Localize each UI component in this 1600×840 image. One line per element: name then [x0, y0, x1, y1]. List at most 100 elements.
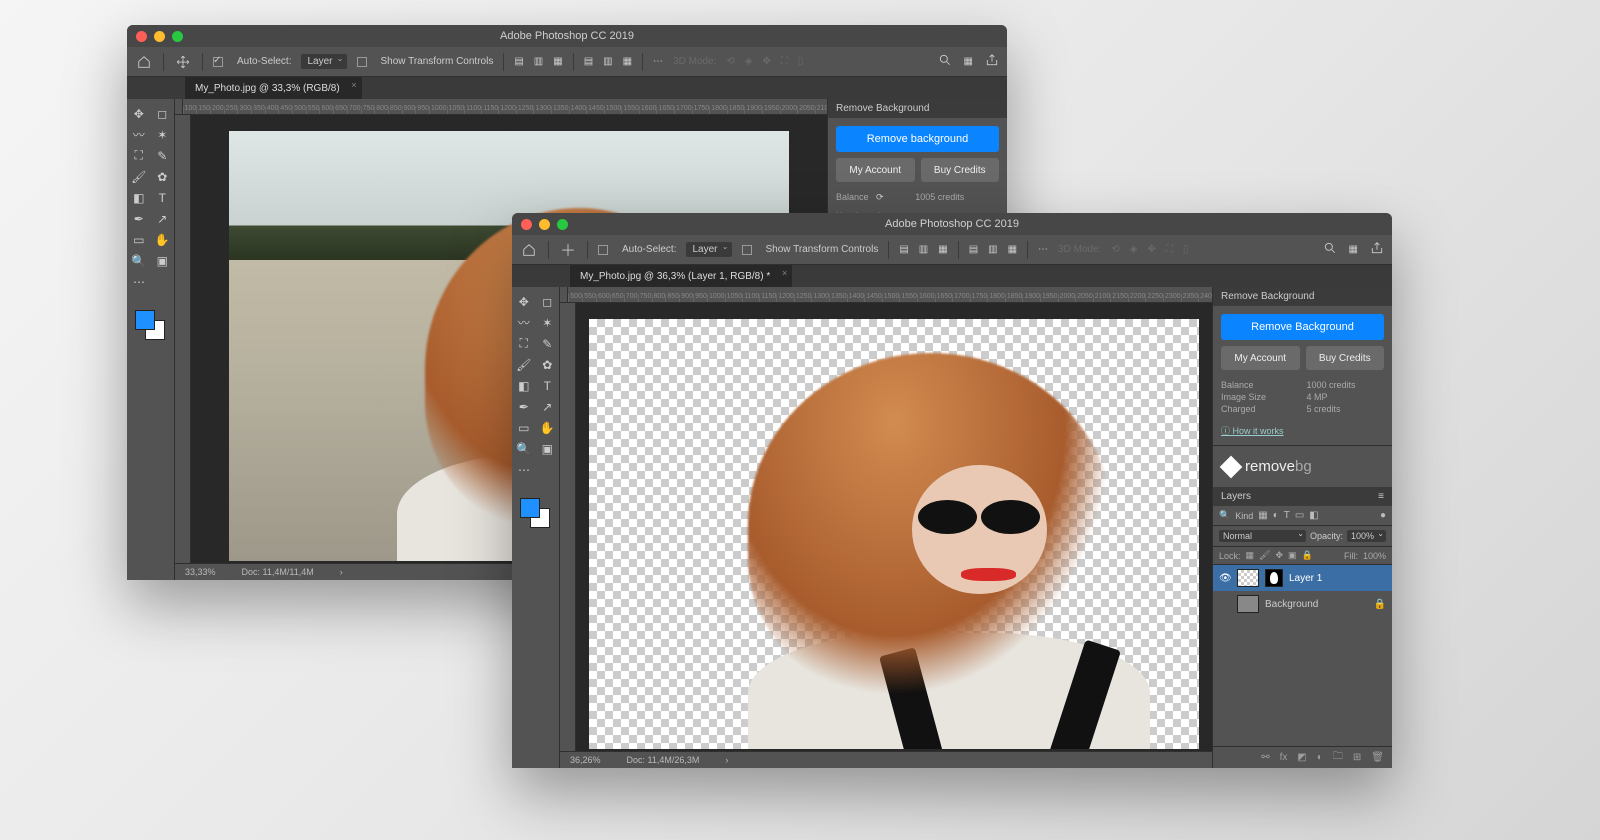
- pen-tool-icon[interactable]: ✒: [512, 396, 536, 417]
- lock-icon[interactable]: 🔒: [1374, 599, 1386, 610]
- share-icon[interactable]: [1370, 241, 1384, 258]
- align-right-icon[interactable]: ▦: [553, 56, 562, 67]
- align-top-icon[interactable]: ▤: [584, 56, 593, 67]
- panel-title[interactable]: Remove Background: [1213, 287, 1392, 306]
- lock-all-icon[interactable]: 🔒: [1302, 550, 1313, 561]
- layers-panel-title[interactable]: Layers ≡: [1213, 487, 1392, 506]
- buy-credits-button[interactable]: Buy Credits: [921, 158, 1000, 182]
- layer-row[interactable]: Background 🔒: [1213, 591, 1392, 617]
- move-tool-icon[interactable]: ✥: [512, 291, 536, 312]
- align-bottom-icon[interactable]: ▦: [1008, 244, 1017, 255]
- search-icon[interactable]: [938, 53, 952, 70]
- remove-background-button[interactable]: Remove Background: [1221, 314, 1384, 340]
- ruler-vertical[interactable]: [175, 115, 191, 563]
- move-tool-icon[interactable]: ✥: [127, 103, 151, 124]
- layer-mask-thumbnail[interactable]: [1265, 569, 1283, 587]
- auto-select-checkbox[interactable]: [213, 57, 223, 67]
- layer-thumbnail[interactable]: [1237, 569, 1259, 587]
- filter-type-icon[interactable]: T: [1284, 510, 1290, 521]
- hand-tool-icon[interactable]: ✋: [151, 229, 175, 250]
- eraser-tool-icon[interactable]: ◧: [127, 187, 151, 208]
- my-account-button[interactable]: My Account: [836, 158, 915, 182]
- home-icon[interactable]: [135, 53, 153, 71]
- canvas[interactable]: [576, 303, 1212, 751]
- fill-field[interactable]: 100%: [1363, 551, 1386, 561]
- ruler-origin[interactable]: [175, 99, 183, 115]
- group-icon[interactable]: 🗀: [1333, 749, 1343, 766]
- more-icon[interactable]: ⋯: [1038, 244, 1048, 255]
- color-swatch[interactable]: [520, 498, 550, 528]
- shape-tool-icon[interactable]: ▭: [512, 417, 536, 438]
- refresh-icon[interactable]: ⟳: [876, 192, 1007, 203]
- fx-icon[interactable]: fx: [1280, 752, 1288, 763]
- titlebar[interactable]: Adobe Photoshop CC 2019: [127, 25, 1007, 47]
- align-left-icon[interactable]: ▤: [514, 56, 523, 67]
- filter-pixel-icon[interactable]: ▦: [1258, 510, 1267, 521]
- filter-shape-icon[interactable]: ▭: [1295, 510, 1304, 521]
- blend-mode-dropdown[interactable]: Normal: [1219, 530, 1306, 542]
- align-middle-icon[interactable]: ▥: [603, 56, 612, 67]
- buy-credits-button[interactable]: Buy Credits: [1306, 346, 1385, 370]
- auto-select-dropdown[interactable]: Layer: [301, 54, 346, 69]
- color-swatch[interactable]: [135, 310, 165, 340]
- lasso-tool-icon[interactable]: 〰: [127, 124, 151, 145]
- lock-position-icon[interactable]: ✥: [1275, 550, 1283, 561]
- lock-transparency-icon[interactable]: ▦: [1246, 550, 1255, 561]
- marquee-tool-icon[interactable]: ◻: [536, 291, 560, 312]
- opacity-field[interactable]: 100%: [1347, 530, 1386, 542]
- align-right-icon[interactable]: ▦: [938, 244, 947, 255]
- document-tab[interactable]: My_Photo.jpg @ 36,3% (Layer 1, RGB/8) * …: [570, 265, 792, 287]
- align-center-icon[interactable]: ▥: [919, 244, 928, 255]
- workspace-icon[interactable]: ▦: [964, 56, 973, 67]
- share-icon[interactable]: [985, 53, 999, 70]
- ruler-origin[interactable]: [560, 287, 568, 303]
- auto-select-dropdown[interactable]: Layer: [686, 242, 731, 257]
- marquee-tool-icon[interactable]: ◻: [151, 103, 175, 124]
- zoom-tool-icon[interactable]: 🔍: [512, 438, 536, 459]
- wand-tool-icon[interactable]: ✶: [151, 124, 175, 145]
- close-tab-icon[interactable]: ×: [351, 80, 356, 90]
- artboard-tool-icon[interactable]: ▣: [536, 438, 560, 459]
- panel-menu-icon[interactable]: ≡: [1378, 491, 1384, 502]
- eraser-tool-icon[interactable]: ◧: [512, 375, 536, 396]
- show-transform-checkbox[interactable]: [742, 245, 752, 255]
- status-doc[interactable]: Doc: 11,4M/26,3M: [627, 755, 700, 765]
- link-layers-icon[interactable]: ⚯: [1261, 752, 1269, 763]
- remove-background-button[interactable]: Remove background: [836, 126, 999, 152]
- type-tool-icon[interactable]: T: [536, 375, 560, 396]
- stamp-tool-icon[interactable]: ✿: [536, 354, 560, 375]
- artboard-tool-icon[interactable]: ▣: [151, 250, 175, 271]
- edit-toolbar-icon[interactable]: ⋯: [127, 271, 151, 292]
- status-zoom[interactable]: 33,33%: [185, 567, 216, 577]
- brush-tool-icon[interactable]: 🖌: [512, 354, 536, 375]
- move-tool-icon[interactable]: [174, 53, 192, 71]
- close-tab-icon[interactable]: ×: [782, 268, 787, 278]
- filter-toggle-icon[interactable]: ●: [1380, 510, 1386, 521]
- kind-dropdown[interactable]: Kind: [1235, 511, 1253, 521]
- show-transform-checkbox[interactable]: [357, 57, 367, 67]
- crop-tool-icon[interactable]: ⛶: [512, 333, 536, 354]
- shape-tool-icon[interactable]: ▭: [127, 229, 151, 250]
- document-tab[interactable]: My_Photo.jpg @ 33,3% (RGB/8) ×: [185, 77, 362, 99]
- pen-tool-icon[interactable]: ✒: [127, 208, 151, 229]
- layer-thumbnail[interactable]: [1237, 595, 1259, 613]
- stamp-tool-icon[interactable]: ✿: [151, 166, 175, 187]
- delete-icon[interactable]: 🗑: [1371, 752, 1384, 763]
- align-middle-icon[interactable]: ▥: [988, 244, 997, 255]
- panel-title[interactable]: Remove Background: [828, 99, 1007, 118]
- hand-tool-icon[interactable]: ✋: [536, 417, 560, 438]
- mask-icon[interactable]: ◩: [1297, 752, 1306, 763]
- status-zoom[interactable]: 36,26%: [570, 755, 601, 765]
- new-layer-icon[interactable]: ⊞: [1353, 752, 1361, 763]
- ruler-vertical[interactable]: [560, 303, 576, 751]
- status-doc[interactable]: Doc: 11,4M/11,4M: [242, 567, 314, 577]
- align-top-icon[interactable]: ▤: [969, 244, 978, 255]
- align-left-icon[interactable]: ▤: [899, 244, 908, 255]
- my-account-button[interactable]: My Account: [1221, 346, 1300, 370]
- move-tool-icon[interactable]: [559, 241, 577, 259]
- home-icon[interactable]: [520, 241, 538, 259]
- layer-name[interactable]: Layer 1: [1289, 573, 1322, 584]
- align-bottom-icon[interactable]: ▦: [623, 56, 632, 67]
- path-tool-icon[interactable]: ↗: [151, 208, 175, 229]
- lock-artboard-icon[interactable]: ▣: [1288, 550, 1297, 561]
